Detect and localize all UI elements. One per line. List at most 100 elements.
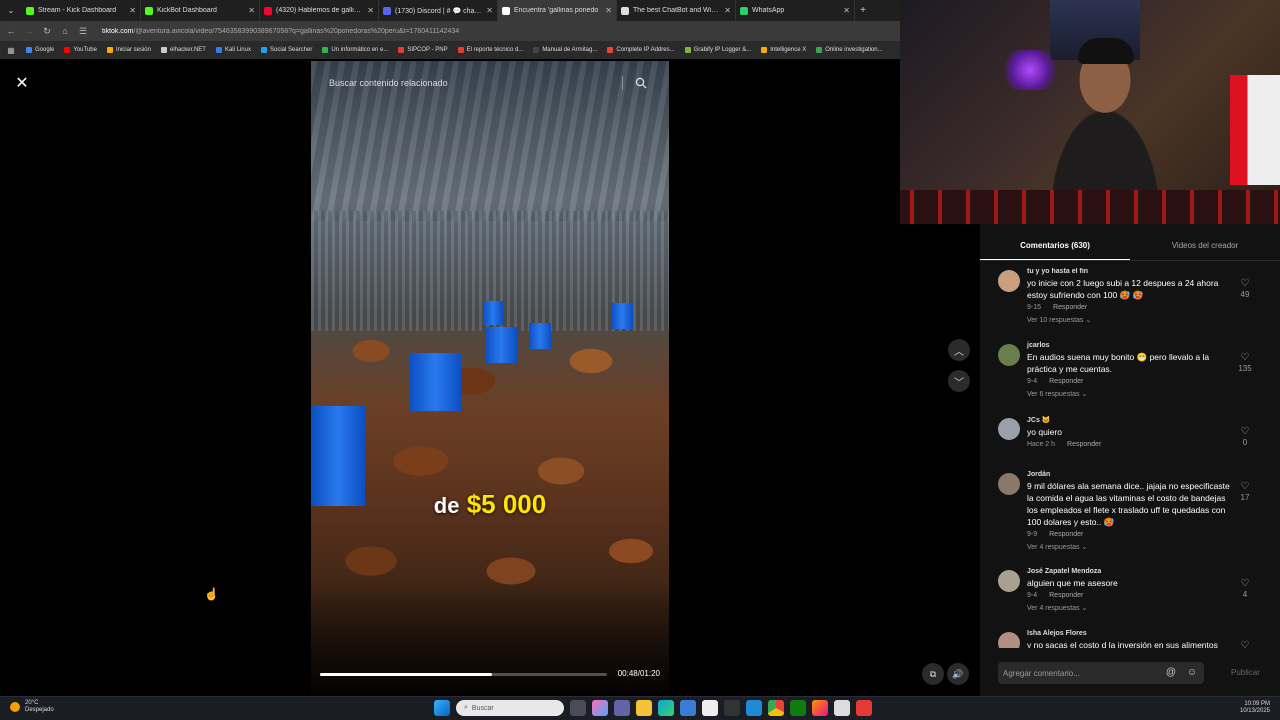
like-button[interactable]: ♡ 0 — [1235, 426, 1255, 447]
comment-input[interactable]: Agregar comentario... @ ☺ — [998, 662, 1204, 684]
browser-tab[interactable]: (4320) Hablemos de gallinas "C✕ — [260, 0, 379, 21]
like-button[interactable]: ♡ 135 — [1235, 352, 1255, 373]
like-button[interactable]: ♡ — [1235, 640, 1255, 648]
avatar[interactable] — [998, 473, 1020, 495]
chrome-icon[interactable] — [768, 700, 784, 716]
bookmark-item[interactable]: Grabify IP Logger &... — [684, 47, 752, 53]
like-button[interactable]: ♡ 17 — [1235, 481, 1255, 502]
reply-button[interactable]: Responder — [1053, 304, 1087, 311]
view-replies-button[interactable]: Ver 6 respuestas ⌄ — [1027, 390, 1237, 398]
browser-tab[interactable]: KickBot Dashboard ✕ — [141, 0, 260, 21]
comment-list[interactable]: tu y yo hasta el fin yo inicie con 2 lueg… — [980, 268, 1280, 648]
bookmark-item[interactable]: Kali Linux — [215, 47, 251, 53]
bookmark-item[interactable]: Intelligence X — [761, 47, 806, 53]
browser-tab[interactable]: (1730) Discord | # 💬 chat-gene✕ — [379, 0, 498, 21]
tab-close-icon[interactable]: ✕ — [605, 6, 612, 15]
view-replies-button[interactable]: Ver 4 respuestas ⌄ — [1027, 604, 1237, 612]
video-player[interactable]: Buscar contenido relacionado de $5 000 0… — [311, 61, 669, 695]
bookmark-item[interactable]: Un informático en e... — [322, 47, 388, 53]
bookmark-item[interactable]: Google — [26, 47, 54, 53]
emoji-icon[interactable]: ☺ — [1187, 667, 1197, 678]
previous-video-button[interactable]: ︿ — [948, 339, 970, 361]
avatar[interactable] — [998, 570, 1020, 592]
avatar[interactable] — [998, 418, 1020, 440]
volume-button[interactable]: 🔊 — [947, 663, 969, 685]
start-windows-icon[interactable] — [434, 700, 450, 716]
bookmark-item[interactable]: YouTube — [64, 47, 97, 53]
reply-button[interactable]: Responder — [1049, 592, 1083, 599]
file-explorer-icon[interactable] — [636, 700, 652, 716]
video-progress-bar[interactable] — [320, 673, 607, 676]
avatar[interactable] — [998, 344, 1020, 366]
avatar[interactable] — [998, 270, 1020, 292]
bookmark-item[interactable]: Online investigation... — [816, 47, 883, 53]
taskbar-search[interactable]: ⌕ Buscar — [456, 700, 564, 716]
back-icon[interactable]: ← — [6, 26, 16, 36]
browser-tab[interactable]: Stream - Kick Dashboard ✕ — [22, 0, 141, 21]
app-icon[interactable] — [834, 700, 850, 716]
tab-creator-videos[interactable]: Videos del creador — [1130, 234, 1280, 260]
xbox-icon[interactable] — [790, 700, 806, 716]
browser-tab[interactable]: WhatsApp ✕ — [736, 0, 855, 21]
url-field[interactable]: tiktok.com/@aventura.avicola/video/75463… — [102, 28, 459, 35]
copilot-icon[interactable] — [592, 700, 608, 716]
weather-widget[interactable]: 20°C Despejado — [10, 700, 54, 714]
like-count: 17 — [1240, 493, 1250, 502]
comment-username[interactable]: Jordán — [1027, 471, 1237, 478]
bookmark-item[interactable]: Complete IP Addres... — [607, 47, 675, 53]
tab-close-icon[interactable]: ✕ — [129, 6, 136, 15]
tab-close-icon[interactable]: ✕ — [248, 6, 255, 15]
related-search-bar[interactable]: Buscar contenido relacionado — [321, 71, 659, 95]
bookmark-label: Grabify IP Logger &... — [693, 47, 752, 53]
reload-icon[interactable]: ↻ — [42, 26, 52, 37]
tab-close-icon[interactable]: ✕ — [367, 6, 374, 15]
reply-button[interactable]: Responder — [1049, 531, 1083, 538]
reply-button[interactable]: Responder — [1049, 378, 1083, 385]
home-icon[interactable]: ⌂ — [60, 26, 70, 36]
tab-list-icon[interactable]: ⌄ — [0, 0, 22, 21]
store-icon[interactable] — [702, 700, 718, 716]
browser-tab[interactable]: Encuentra 'gallinas ponedo ✕ — [498, 0, 617, 21]
like-button[interactable]: ♡ 49 — [1235, 278, 1255, 299]
like-button[interactable]: ♡ 4 — [1235, 578, 1255, 599]
bookmark-item[interactable]: SIPCOP - PNP — [398, 47, 448, 53]
close-icon[interactable]: ✕ — [12, 73, 32, 93]
bookmark-item[interactable]: Social Searcher — [260, 47, 312, 53]
task-view-icon[interactable] — [570, 700, 586, 716]
search-icon[interactable] — [635, 77, 647, 89]
view-replies-button[interactable]: Ver 10 respuestas ⌄ — [1027, 316, 1237, 324]
bookmark-item[interactable]: Manual de Armitag... — [533, 47, 597, 53]
comment-username[interactable]: Isha Alejos Flores — [1027, 630, 1237, 637]
new-tab-button[interactable]: + — [855, 5, 871, 16]
taskbar-clock[interactable]: 10:09 PM 10/13/2025 — [1240, 701, 1270, 715]
next-video-button[interactable]: ﹀ — [948, 370, 970, 392]
bookmark-item[interactable]: elhacker.NET — [160, 47, 206, 53]
comment-username[interactable]: jcarlos — [1027, 342, 1237, 349]
teams-icon[interactable] — [614, 700, 630, 716]
forward-icon[interactable]: → — [24, 26, 34, 36]
comment-username[interactable]: tu y yo hasta el fin — [1027, 268, 1237, 275]
vscode-icon[interactable] — [746, 700, 762, 716]
avatar[interactable] — [998, 632, 1020, 648]
tab-close-icon[interactable]: ✕ — [486, 6, 493, 15]
apps-grid-icon[interactable]: ▦ — [6, 46, 16, 55]
bookmark-item[interactable]: El reporte técnico d... — [457, 47, 523, 53]
tab-close-icon[interactable]: ✕ — [843, 6, 850, 15]
reply-button[interactable]: Responder — [1067, 441, 1101, 448]
recorder-icon[interactable] — [856, 700, 872, 716]
picture-in-picture-button[interactable]: ⧉ — [922, 663, 944, 685]
mention-icon[interactable]: @ — [1166, 667, 1176, 678]
bookmark-item[interactable]: Iniciar sesión — [106, 47, 151, 53]
publish-button[interactable]: Publicar — [1231, 668, 1260, 677]
firefox-icon[interactable] — [812, 700, 828, 716]
tab-close-icon[interactable]: ✕ — [724, 6, 731, 15]
comment-username[interactable]: JCs 🐱 — [1027, 416, 1237, 424]
github-icon[interactable] — [724, 700, 740, 716]
edge-icon[interactable] — [658, 700, 674, 716]
browser-tab[interactable]: The best ChatBot and Widgets ✕ — [617, 0, 736, 21]
site-info-icon[interactable]: ☰ — [78, 26, 88, 37]
comment-username[interactable]: José Zapatel Mendoza — [1027, 568, 1237, 575]
tab-comments[interactable]: Comentarios (630) — [980, 234, 1130, 260]
view-replies-button[interactable]: Ver 4 respuestas ⌄ — [1027, 543, 1237, 551]
settings-icon[interactable] — [680, 700, 696, 716]
